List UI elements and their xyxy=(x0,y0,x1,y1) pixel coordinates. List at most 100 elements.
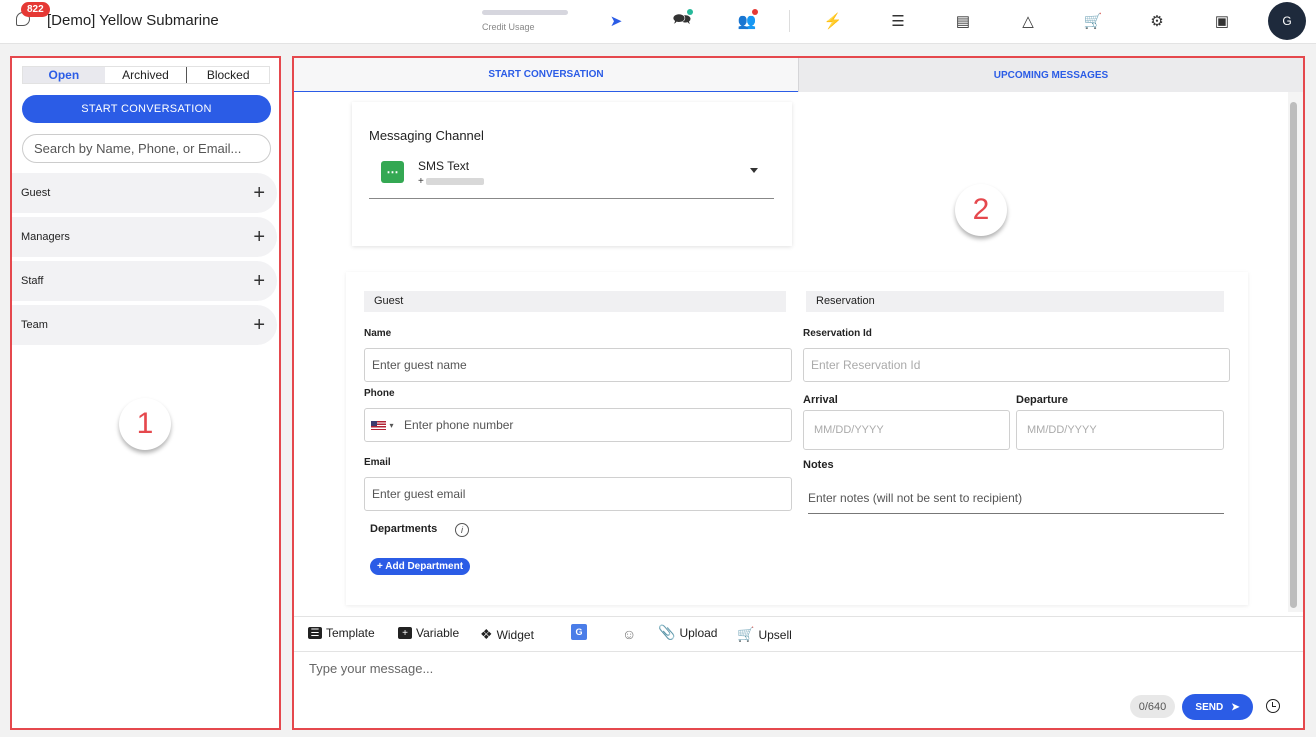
credit-usage: Credit Usage xyxy=(482,10,568,32)
plus-icon[interactable]: + xyxy=(253,227,265,247)
scrollbar-thumb[interactable] xyxy=(1290,102,1297,608)
alert-dot xyxy=(752,9,758,15)
plus-icon[interactable]: + xyxy=(253,315,265,335)
group-managers[interactable]: Managers + xyxy=(12,217,277,257)
channel-number: + xyxy=(418,176,484,187)
widget-label: Widget xyxy=(496,627,534,642)
composer-toolbar: ☰ Template + Variable ❖ Widget ☺ 📎 Upload 🛒 U… xyxy=(294,616,1303,652)
region-marker-2: 2 xyxy=(955,184,1007,236)
group-team[interactable]: Team + xyxy=(12,305,277,345)
profile-badge-icon[interactable]: ▣ xyxy=(1210,10,1234,32)
notes-input[interactable] xyxy=(808,482,1224,514)
info-icon[interactable]: i xyxy=(455,523,469,537)
template-icon: ☰ xyxy=(308,627,322,639)
upload-label: Upload xyxy=(679,625,718,640)
upsell-label: Upsell xyxy=(758,627,792,642)
filter-tab-blocked[interactable]: Blocked xyxy=(186,67,269,83)
template-label: Template xyxy=(326,626,375,640)
arrival-label: Arrival xyxy=(803,394,838,406)
send-button[interactable]: SEND ➤ xyxy=(1182,694,1253,720)
upload-button[interactable]: 📎 Upload xyxy=(658,624,717,641)
reservation-id-label: Reservation Id xyxy=(803,328,872,339)
paperclip-icon: 📎 xyxy=(658,624,676,640)
bolt-icon[interactable]: ⚡ xyxy=(821,10,845,32)
departure-date-input[interactable] xyxy=(1016,410,1224,450)
tab-start-conversation[interactable]: START CONVERSATION xyxy=(294,58,798,92)
group-guest[interactable]: Guest + xyxy=(12,173,277,213)
guest-name-input[interactable] xyxy=(364,348,792,382)
email-label: Email xyxy=(364,457,391,468)
reservation-section-heading: Reservation xyxy=(806,291,1224,312)
plus-icon[interactable]: + xyxy=(253,183,265,203)
conversations-icon[interactable]: 🗪 xyxy=(670,9,694,32)
emoji-button[interactable]: ☺ xyxy=(622,626,640,642)
region-marker-1: 1 xyxy=(119,398,171,450)
send-label: SEND xyxy=(1195,701,1224,713)
translate-icon[interactable]: G xyxy=(571,624,587,640)
character-counter: 0/640 xyxy=(1130,695,1175,718)
channel-select-underline xyxy=(369,198,774,199)
filter-tab-archived[interactable]: Archived xyxy=(105,67,187,83)
template-button[interactable]: ☰ Template xyxy=(308,626,375,640)
conversation-sidebar: Open Archived Blocked START CONVERSATION… xyxy=(10,56,281,730)
app-title: [Demo] Yellow Submarine xyxy=(47,12,219,29)
channel-number-prefix: + xyxy=(418,176,424,187)
group-label: Guest xyxy=(21,187,51,199)
arrival-date-input[interactable] xyxy=(803,410,1010,450)
name-label: Name xyxy=(364,328,392,339)
departments-label: Departments xyxy=(370,523,438,535)
phone-input[interactable] xyxy=(364,408,792,442)
widget-button[interactable]: ❖ Widget xyxy=(480,626,534,643)
sms-message-icon: ⋯ xyxy=(381,161,404,183)
reservation-id-input[interactable] xyxy=(803,348,1230,382)
tab-upcoming-messages[interactable]: UPCOMING MESSAGES xyxy=(798,58,1303,92)
chevron-down-icon: ▾ xyxy=(389,420,394,430)
group-staff[interactable]: Staff + xyxy=(12,261,277,301)
group-label: Managers xyxy=(21,231,70,243)
service-bell-icon[interactable]: △ xyxy=(1016,10,1040,32)
toolbar-divider xyxy=(789,10,790,32)
messaging-channel-card: Messaging Channel ⋯ SMS Text + xyxy=(352,102,792,246)
guest-section-heading: Guest xyxy=(364,291,786,312)
gear-icon[interactable]: ⚙ xyxy=(1145,10,1169,32)
send-icon[interactable]: ➤ xyxy=(604,10,628,32)
puzzle-icon: ❖ xyxy=(480,626,493,642)
contacts-icon[interactable]: 👥 xyxy=(735,9,759,32)
add-department-button[interactable]: + Add Department xyxy=(370,558,471,575)
cart-icon[interactable]: 🛒 xyxy=(1081,10,1105,32)
credit-usage-label: Credit Usage xyxy=(482,22,535,32)
analytics-icon[interactable]: ▤ xyxy=(951,10,975,32)
start-conversation-button[interactable]: START CONVERSATION xyxy=(22,95,271,123)
main-tabs: START CONVERSATION UPCOMING MESSAGES xyxy=(294,58,1303,92)
variable-button[interactable]: + Variable xyxy=(398,626,459,640)
group-label: Team xyxy=(21,319,48,331)
user-avatar[interactable]: G xyxy=(1268,2,1306,40)
emoji-icon: ☺ xyxy=(622,626,637,642)
departure-label: Departure xyxy=(1016,394,1068,406)
variable-plus-icon: + xyxy=(398,627,412,639)
us-flag-icon xyxy=(371,420,387,430)
plus-icon[interactable]: + xyxy=(253,271,265,291)
conversation-composer-panel: START CONVERSATION UPCOMING MESSAGES Mes… xyxy=(292,56,1305,730)
country-code-selector[interactable]: ▾ xyxy=(366,408,399,442)
phone-label: Phone xyxy=(364,388,395,399)
top-bar: 822 [Demo] Yellow Submarine Credit Usage… xyxy=(0,0,1316,44)
variable-label: Variable xyxy=(416,626,460,640)
notification-badge: 822 xyxy=(21,2,50,17)
credit-usage-bar xyxy=(482,10,568,15)
conversation-filter-tabs: Open Archived Blocked xyxy=(22,66,270,84)
checklist-icon[interactable]: ☰ xyxy=(886,10,910,32)
redacted-number xyxy=(425,177,484,185)
search-input[interactable] xyxy=(22,134,271,163)
channel-name[interactable]: SMS Text xyxy=(418,159,469,173)
upsell-button[interactable]: 🛒 Upsell xyxy=(737,626,792,643)
send-arrow-icon: ➤ xyxy=(1231,701,1240,713)
cart-icon: 🛒 xyxy=(737,626,755,642)
guest-email-input[interactable] xyxy=(364,477,792,511)
notes-label: Notes xyxy=(803,459,834,471)
filter-tab-open[interactable]: Open xyxy=(23,67,105,83)
status-dot xyxy=(687,9,693,15)
schedule-clock-icon[interactable] xyxy=(1266,699,1280,713)
chevron-down-icon[interactable] xyxy=(750,168,758,173)
group-label: Staff xyxy=(21,275,44,287)
